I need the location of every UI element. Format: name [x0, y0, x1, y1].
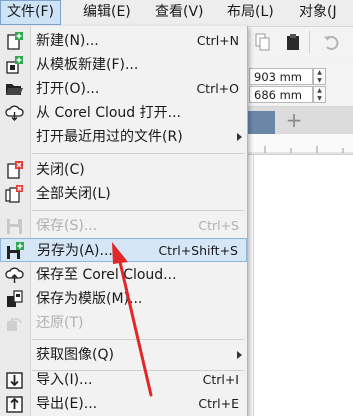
width-spinner[interactable]: ▲ ▼: [313, 68, 326, 85]
menu-bar: 文件(F) 编辑(E) 查看(V) 布局(L) 对象(J: [0, 0, 353, 27]
menu-layout[interactable]: 布局(L): [227, 0, 274, 25]
menu-separator: [32, 153, 244, 154]
menu-item-label: 保存为模版(M)...: [36, 291, 143, 307]
menu-item-save-as[interactable]: 另存为(A)... Ctrl+Shift+S: [0, 238, 247, 262]
menu-item-shortcut: Ctrl+Shift+S: [158, 243, 238, 258]
menu-item-shortcut: Ctrl+E: [198, 396, 239, 411]
menu-item-shortcut: Ctrl+O: [196, 81, 239, 96]
menu-item-new-from-template[interactable]: 从模板新建(F)...: [0, 53, 247, 77]
document-tabs: +: [247, 107, 353, 134]
save-icon: [7, 219, 22, 234]
menu-item-label: 从模板新建(F)...: [36, 57, 139, 73]
file-menu-dropdown: 新建(N)... Ctrl+N 从模板新建(F)... 打开(O)... Ctr…: [0, 26, 248, 416]
horizontal-ruler: [247, 134, 353, 155]
submenu-arrow-icon: [237, 351, 242, 359]
menu-item-label: 打开(O)...: [36, 81, 100, 97]
menu-item-label: 打开最近用过的文件(R): [36, 129, 183, 145]
export-icon: [6, 396, 23, 413]
menu-item-label: 还原(T): [36, 315, 84, 331]
menu-object[interactable]: 对象(J: [299, 0, 337, 25]
menu-separator: [32, 210, 244, 211]
menu-item-shortcut: Ctrl+N: [196, 33, 239, 48]
save-as-icon: [7, 242, 24, 259]
document-tab[interactable]: [247, 111, 275, 134]
menu-item-open-recent[interactable]: 打开最近用过的文件(R): [0, 125, 247, 149]
revert-icon: [7, 317, 22, 331]
close-doc-icon: [7, 161, 23, 179]
undo-icon[interactable]: [323, 33, 339, 51]
add-tab-icon[interactable]: +: [283, 109, 305, 131]
menu-item-label: 导出(E)...: [36, 396, 98, 412]
menu-item-label: 导入(I)...: [36, 372, 93, 388]
property-bar: 903 mm ▲ ▼ 686 mm ▲ ▼: [247, 60, 353, 107]
copy-icon[interactable]: [255, 33, 271, 51]
cloud-upload-icon: [5, 267, 24, 283]
menu-item-acquire-image[interactable]: 获取图像(Q): [0, 343, 247, 367]
menu-item-label: 另存为(A)...: [37, 243, 113, 259]
menu-item-open-cloud[interactable]: 从 Corel Cloud 打开...: [0, 101, 247, 125]
menu-item-open[interactable]: 打开(O)... Ctrl+O: [0, 77, 247, 101]
drawing-canvas[interactable]: [247, 155, 353, 416]
menu-item-import[interactable]: 导入(I)... Ctrl+I: [0, 368, 247, 392]
menu-separator: [32, 339, 244, 340]
menu-item-save-to-cloud[interactable]: 保存至 Corel Cloud...: [0, 263, 247, 287]
toolbar-divider: [309, 31, 310, 53]
menu-view[interactable]: 查看(V): [155, 0, 204, 25]
menu-item-label: 全部关闭(L): [36, 186, 111, 202]
vertical-ruler: [247, 155, 254, 416]
menu-item-shortcut: Ctrl+S: [198, 218, 239, 233]
menu-item-shortcut: Ctrl+I: [202, 372, 239, 387]
width-field[interactable]: 903 mm: [249, 68, 313, 85]
menu-item-label: 关闭(C): [36, 162, 85, 178]
menu-item-label: 新建(N)...: [36, 33, 99, 49]
template-save-icon: [7, 290, 23, 307]
import-icon: [6, 372, 23, 389]
submenu-arrow-icon: [237, 133, 242, 141]
menu-item-label: 获取图像(Q): [36, 347, 114, 363]
cloud-download-icon: [5, 105, 24, 121]
height-field[interactable]: 686 mm: [249, 86, 313, 103]
menu-item-label: 保存至 Corel Cloud...: [36, 267, 177, 283]
menu-item-close-all[interactable]: 全部关闭(L): [0, 182, 247, 206]
template-icon: [6, 56, 23, 74]
menu-item-label: 从 Corel Cloud 打开...: [36, 105, 181, 121]
menu-item-export[interactable]: 导出(E)... Ctrl+E: [0, 392, 247, 416]
menu-item-label: 保存(S)...: [36, 218, 98, 234]
menu-item-close[interactable]: 关闭(C): [0, 158, 247, 182]
menu-item-save: 保存(S)... Ctrl+S: [0, 214, 247, 238]
menu-item-save-as-template[interactable]: 保存为模版(M)...: [0, 287, 247, 311]
standard-toolbar: [247, 27, 353, 59]
ruler-ticks: [247, 146, 353, 154]
menu-edit[interactable]: 编辑(E): [83, 0, 131, 25]
menu-file[interactable]: 文件(F): [0, 0, 61, 25]
open-folder-icon: [6, 84, 23, 95]
menu-item-revert: 还原(T): [0, 311, 247, 335]
close-all-icon: [5, 185, 23, 203]
height-spinner[interactable]: ▲ ▼: [313, 86, 326, 103]
new-doc-icon: [7, 32, 23, 50]
menu-item-new[interactable]: 新建(N)... Ctrl+N: [0, 29, 247, 53]
paste-icon[interactable]: [285, 33, 301, 51]
